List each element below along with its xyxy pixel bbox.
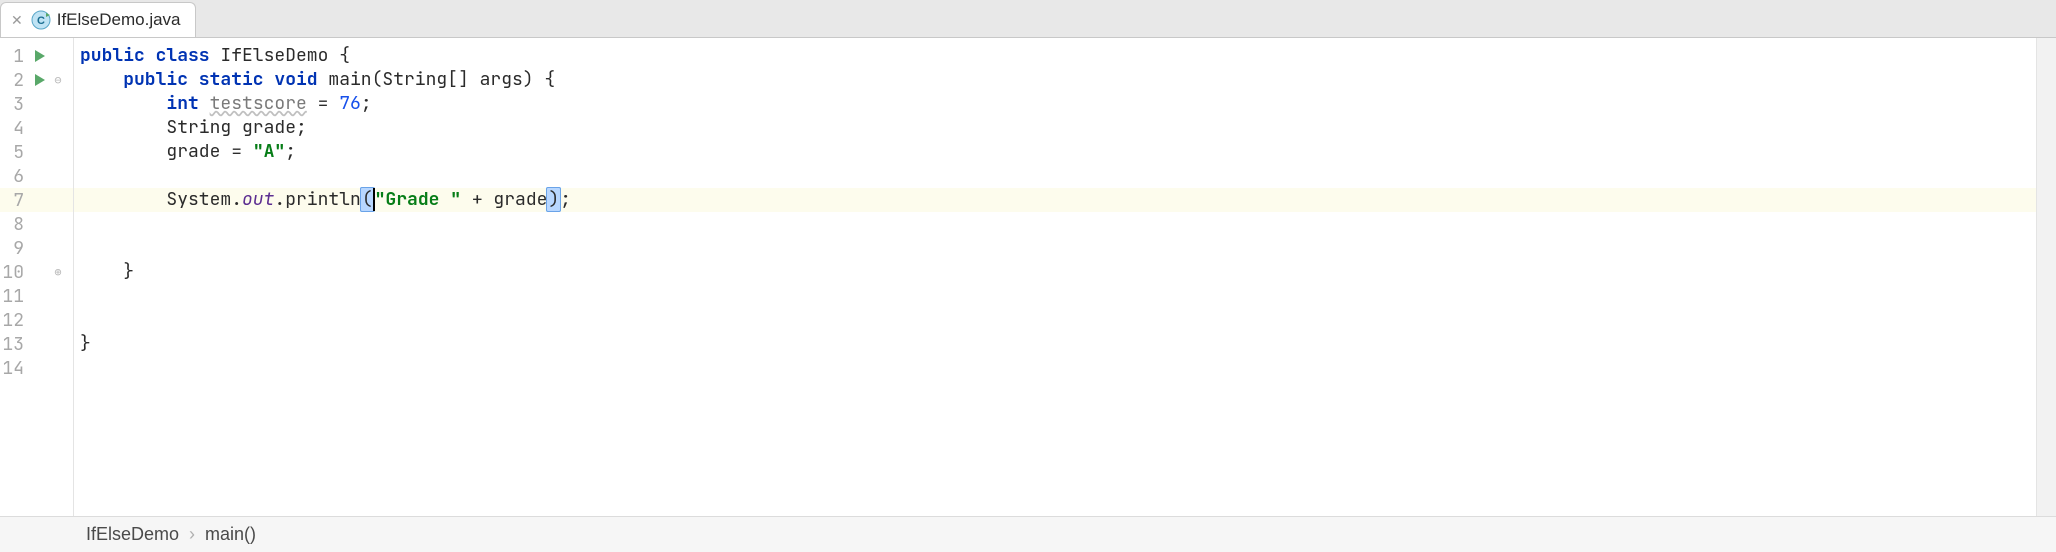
- code-line[interactable]: grade = "A";: [74, 140, 2036, 164]
- line-number: 10: [0, 261, 30, 284]
- line-number: 8: [0, 213, 30, 236]
- chevron-right-icon: ›: [189, 524, 195, 545]
- code-line[interactable]: [74, 308, 2036, 332]
- tab-filename: IfElseDemo.java: [57, 10, 181, 30]
- line-gutter[interactable]: 12⊖345678910⊕11121314: [0, 38, 74, 516]
- breadcrumb-item[interactable]: IfElseDemo: [86, 524, 179, 545]
- code-line[interactable]: public static void main(String[] args) {: [74, 68, 2036, 92]
- line-number: 1: [0, 45, 30, 68]
- run-icon[interactable]: [35, 74, 45, 86]
- code-line[interactable]: [74, 236, 2036, 260]
- code-line[interactable]: [74, 212, 2036, 236]
- code-line[interactable]: [74, 284, 2036, 308]
- code-area[interactable]: public class IfElseDemo { public static …: [74, 38, 2036, 516]
- code-line[interactable]: }: [74, 332, 2036, 356]
- code-line[interactable]: System.out.println("Grade " + grade);: [74, 188, 2036, 212]
- run-icon[interactable]: [35, 50, 45, 62]
- code-line[interactable]: [74, 164, 2036, 188]
- editor-tab-bar: ✕ C IfElseDemo.java: [0, 0, 2056, 38]
- close-icon[interactable]: ✕: [9, 12, 25, 29]
- fold-close-icon[interactable]: ⊕: [50, 264, 66, 280]
- line-number: 12: [0, 309, 30, 332]
- svg-text:C: C: [37, 15, 45, 27]
- code-line[interactable]: public class IfElseDemo {: [74, 44, 2036, 68]
- line-number: 3: [0, 93, 30, 116]
- marker-stripe: [2036, 38, 2056, 516]
- line-number: 11: [0, 285, 30, 308]
- code-line[interactable]: int testscore = 76;: [74, 92, 2036, 116]
- line-number: 6: [0, 165, 30, 188]
- java-class-icon: C: [31, 10, 51, 30]
- line-number: 5: [0, 141, 30, 164]
- editor-tab[interactable]: ✕ C IfElseDemo.java: [0, 2, 196, 37]
- line-number: 7: [0, 189, 30, 212]
- line-number: 4: [0, 117, 30, 140]
- breadcrumb: IfElseDemo › main(): [0, 516, 2056, 552]
- line-number: 14: [0, 357, 30, 380]
- code-line[interactable]: String grade;: [74, 116, 2036, 140]
- breadcrumb-item[interactable]: main(): [205, 524, 256, 545]
- editor: 12⊖345678910⊕11121314 public class IfEls…: [0, 38, 2056, 516]
- line-number: 2: [0, 69, 30, 92]
- code-line[interactable]: [74, 356, 2036, 380]
- fold-open-icon[interactable]: ⊖: [50, 72, 66, 88]
- code-line[interactable]: }: [74, 260, 2036, 284]
- line-number: 13: [0, 333, 30, 356]
- line-number: 9: [0, 237, 30, 260]
